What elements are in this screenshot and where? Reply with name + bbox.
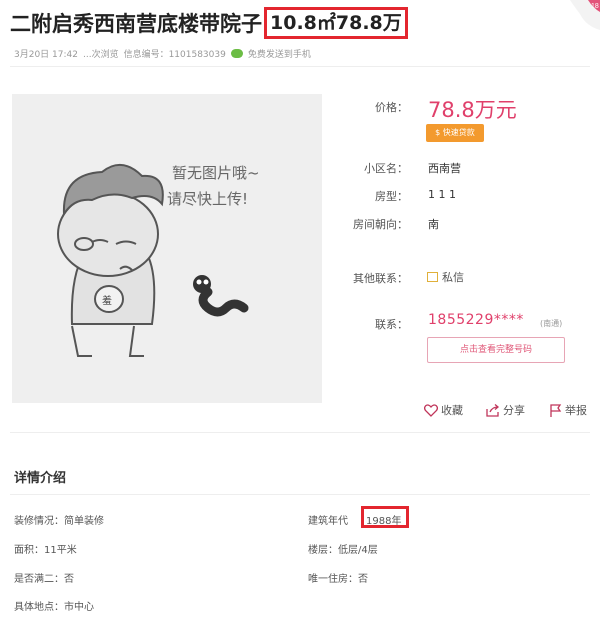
community-label: 小区名：: [364, 162, 408, 175]
view-count: ...次浏览: [82, 50, 119, 60]
phone-location-tag: (南通): [540, 319, 563, 328]
worm-icon: [193, 275, 249, 317]
divider: [10, 494, 590, 495]
info-id: 信息编号：1101583039: [123, 50, 226, 60]
listing-title: 二附启秀西南营底楼带院子: [10, 12, 262, 36]
private-message-link[interactable]: 私信: [427, 269, 464, 285]
decoration-info: 装修情况：简单装修: [14, 516, 104, 527]
build-year-label: 建筑年代: [308, 516, 348, 527]
corner-ribbon-icon: 18: [570, 0, 600, 30]
show-full-number-button[interactable]: 点击查看完整号码: [427, 337, 565, 363]
share-label: 分享: [503, 404, 525, 417]
corner-ad-badge[interactable]: 18: [562, 0, 600, 30]
share-icon: [486, 403, 500, 417]
private-message-label: 私信: [442, 271, 464, 284]
flag-icon: [550, 403, 562, 417]
only-home-info: 唯一住房：否: [308, 574, 368, 585]
other-contact-label: 其他联系：: [353, 272, 408, 285]
favorite-label: 收藏: [441, 404, 463, 417]
layout-label: 房型：: [375, 190, 408, 203]
title-highlight-box: 10.8㎡78.8万: [264, 7, 408, 39]
price-value: 78.8万元: [428, 98, 517, 122]
area-info: 面积：11平米: [14, 545, 77, 556]
orientation-value: 南: [428, 218, 439, 231]
details-section-title: 详情介绍: [14, 471, 67, 486]
price-label: 价格：: [375, 101, 408, 114]
placeholder-line-1: 暂无图片哦~: [172, 164, 260, 182]
report-button[interactable]: 举报: [549, 402, 587, 418]
floor-info: 楼层：低层/4层: [308, 545, 378, 556]
listing-title-row: 二附启秀西南营底楼带院子 10.8㎡78.8万: [10, 6, 408, 40]
send-to-phone-link[interactable]: 免费发送到手机: [248, 47, 311, 60]
post-date: 3月20日 17:42: [14, 50, 78, 60]
wechat-icon: [230, 49, 243, 58]
meta-row: 3月20日 17:42 ...次浏览 信息编号：1101583039 免费发送到…: [14, 47, 316, 60]
placeholder-line-2: 请尽快上传!: [167, 190, 248, 208]
location-info: 具体地点：市中心: [14, 602, 94, 613]
heart-icon: [424, 403, 438, 417]
layout-value: 1 1 1: [428, 188, 456, 201]
community-value[interactable]: 西南营: [428, 160, 461, 176]
full-two-years-info: 是否满二：否: [14, 574, 74, 585]
photo-badge: 羞: [102, 294, 112, 307]
contact-label: 联系：: [375, 318, 408, 331]
orientation-label: 房间朝向：: [353, 218, 408, 231]
quick-loan-button[interactable]: $ 快速贷款: [426, 124, 484, 142]
divider: [10, 66, 590, 67]
divider: [10, 432, 590, 433]
build-year-value: 1988年: [366, 516, 402, 527]
corner-ad-text: 18: [591, 3, 599, 10]
report-label: 举报: [565, 404, 587, 417]
favorite-button[interactable]: 收藏: [424, 402, 463, 418]
listing-photo-placeholder: 羞 暂无图片哦~ 请尽快上传!: [12, 94, 322, 403]
phone-number: 1855229****: [428, 312, 524, 328]
share-button[interactable]: 分享: [486, 402, 525, 418]
no-image-illustration: 羞 暂无图片哦~ 请尽快上传!: [57, 164, 260, 357]
message-icon: [427, 272, 438, 282]
